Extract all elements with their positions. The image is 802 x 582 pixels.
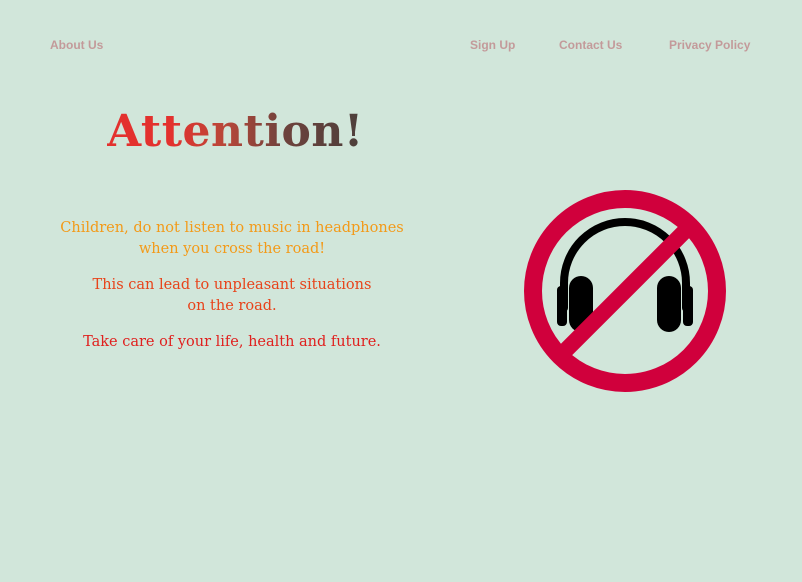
no-headphones-icon [522, 188, 728, 394]
privacy-policy-link[interactable]: Privacy Policy [669, 38, 750, 52]
warning-message-line: Children, do not listen to music in head… [60, 220, 404, 236]
no-headphones-sign [524, 190, 726, 392]
consequence-message-line: on the road. [187, 298, 277, 314]
advice-message: Take care of your life, health and futur… [40, 332, 424, 353]
page-title: Attention! [107, 104, 367, 160]
warning-message: Children, do not listen to music in head… [40, 218, 424, 260]
warning-message-line: when you cross the road! [138, 241, 326, 257]
contact-us-link[interactable]: Contact Us [559, 38, 622, 52]
advice-message-line: Take care of your life, health and futur… [83, 334, 381, 350]
top-nav: About Us Sign Up Contact Us Privacy Poli… [0, 38, 802, 54]
about-us-link[interactable]: About Us [50, 38, 103, 52]
consequence-message-line: This can lead to unpleasant situations [92, 277, 372, 293]
consequence-message: This can lead to unpleasant situations o… [40, 275, 424, 317]
sign-up-link[interactable]: Sign Up [470, 38, 515, 52]
